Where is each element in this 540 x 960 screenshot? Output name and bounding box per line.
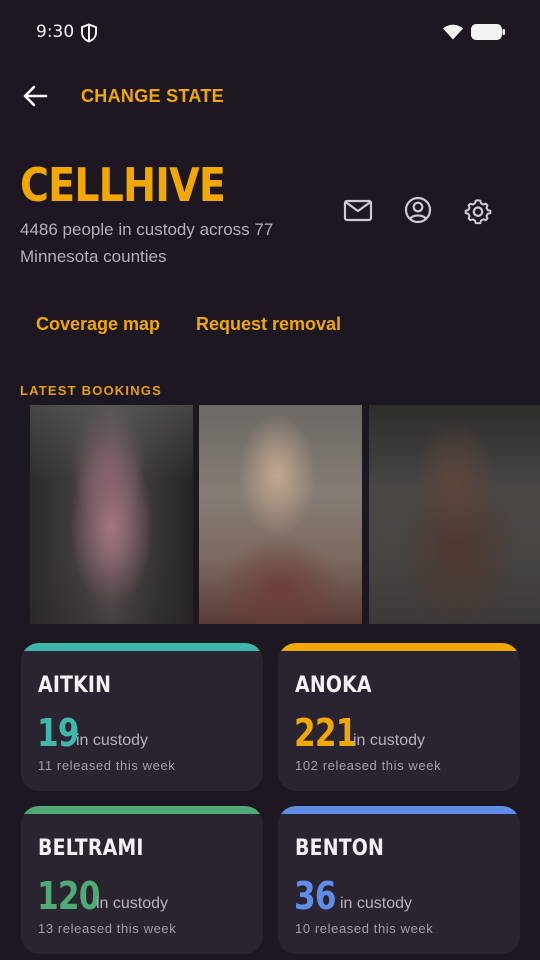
county-name: AITKIN [38,673,112,698]
county-released: 102 released this week [295,758,442,773]
change-state-button[interactable]: CHANGE STATE [81,86,224,107]
county-card-aitkin[interactable]: AITKIN 19 in custody 11 released this we… [21,643,263,791]
latest-bookings-carousel[interactable] [30,405,540,624]
county-count: 19 [37,711,80,755]
county-card-beltrami[interactable]: BELTRAMI 120 in custody 13 released this… [21,806,263,954]
county-released: 11 released this week [38,758,176,773]
account-icon[interactable] [400,192,436,228]
county-name: ANOKA [295,673,372,698]
brand-subtitle: 4486 people in custody across 77 Minneso… [20,220,274,266]
battery-icon [471,24,505,40]
status-time: 9:30 [36,22,75,42]
brand-title: CELLHIVE [20,158,226,212]
booking-photo[interactable] [369,405,540,624]
mail-icon[interactable] [340,192,376,228]
county-custody-label: in custody [353,732,426,749]
county-count: 221 [294,711,357,755]
booking-photo[interactable] [30,405,193,624]
booking-photo[interactable] [199,405,362,624]
county-name: BELTRAMI [38,836,144,861]
card-accent-bar [21,806,263,814]
card-accent-bar [21,643,263,651]
county-custody-label: in custody [340,895,413,912]
county-card-benton[interactable]: BENTON 36 in custody 10 released this we… [278,806,520,954]
latest-bookings-label: LATEST BOOKINGS [20,383,162,398]
county-name: BENTON [295,836,385,861]
card-accent-bar [278,806,520,814]
wifi-icon [443,24,463,40]
back-arrow-icon[interactable] [20,82,52,110]
top-bar: CHANGE STATE [0,72,540,120]
status-bar: 9:30 [0,0,540,64]
coverage-map-link[interactable]: Coverage map [36,314,160,335]
county-count: 120 [37,874,100,918]
county-released: 10 released this week [295,921,434,936]
county-custody-label: in custody [96,895,169,912]
settings-icon[interactable] [460,192,496,228]
county-count: 36 [294,874,337,918]
county-card-anoka[interactable]: ANOKA 221 in custody 102 released this w… [278,643,520,791]
shield-icon [81,23,97,43]
card-accent-bar [278,643,520,651]
county-released: 13 released this week [38,921,177,936]
header-actions [340,192,516,228]
request-removal-link[interactable]: Request removal [196,314,341,335]
county-custody-label: in custody [76,732,149,749]
